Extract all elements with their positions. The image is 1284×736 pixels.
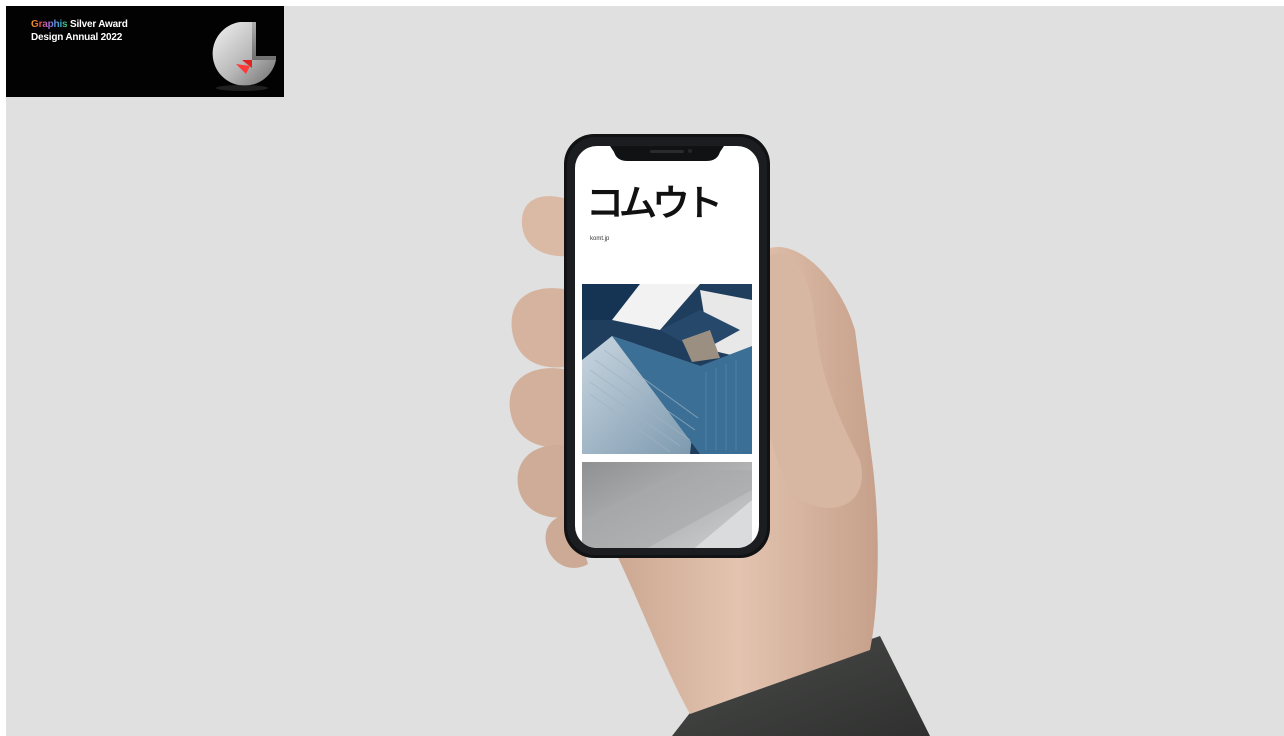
hand-holding-phone (509, 134, 930, 736)
phone-logo-text: コムウト (586, 182, 723, 224)
award-trophy-icon (212, 22, 276, 91)
graphis-word: Graphis (31, 19, 68, 30)
award-badge-text: Graphis Silver Award Design Annual 2022 (31, 18, 128, 44)
award-title-line: Graphis Silver Award (31, 18, 128, 31)
silver-award-text: Silver Award (67, 19, 128, 30)
phone-url-text: komt.jp (590, 236, 610, 242)
award-badge: Graphis Silver Award Design Annual 2022 (6, 6, 284, 97)
design-annual-text: Design Annual 2022 (31, 32, 123, 43)
